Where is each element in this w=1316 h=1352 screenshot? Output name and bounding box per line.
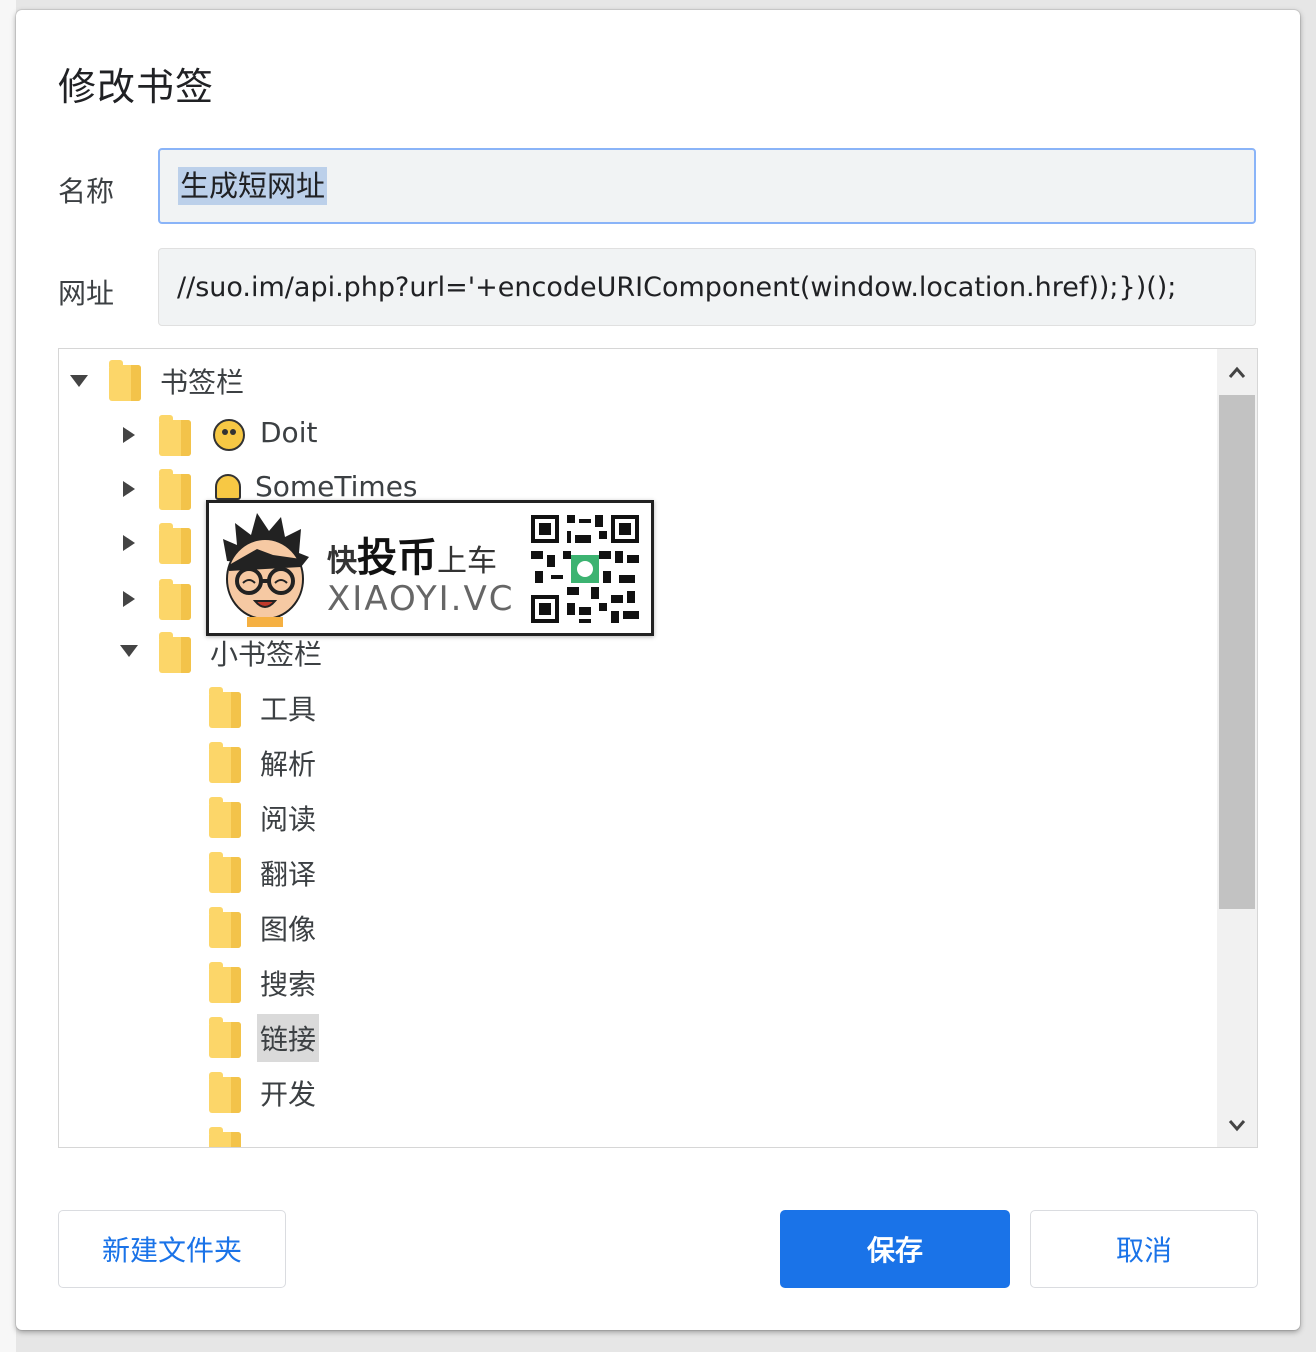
- bell-emoji-icon: [215, 474, 241, 500]
- tree-row-root[interactable]: 书签栏: [59, 353, 1219, 407]
- tree-row-link-selected[interactable]: 链接: [59, 1010, 1219, 1064]
- folder-icon: [209, 687, 241, 728]
- background-page-strip: [0, 0, 16, 1352]
- scroll-thumb[interactable]: [1219, 395, 1255, 909]
- name-input-value: 生成短网址: [178, 167, 328, 205]
- folder-icon: [209, 742, 241, 783]
- edit-bookmark-dialog: 修改书签 名称 生成短网址 网址 //suo.im/api.php?url='+…: [16, 10, 1300, 1330]
- tree-row-label: 图像: [260, 913, 317, 946]
- tree-row-label: 书签栏: [160, 366, 245, 399]
- scroll-up-icon[interactable]: [1227, 363, 1247, 383]
- folder-icon: [159, 415, 191, 456]
- tree-row-label: 开发: [260, 1078, 317, 1111]
- tree-row-image[interactable]: 图像: [59, 900, 1219, 954]
- smiley-emoji-icon: [213, 419, 245, 451]
- tree-row-tools[interactable]: 工具: [59, 680, 1219, 734]
- folder-icon: [209, 962, 241, 1003]
- folder-icon: [209, 1072, 241, 1113]
- folder-icon: [209, 852, 241, 893]
- name-input[interactable]: 生成短网址: [158, 148, 1256, 224]
- tree-row-search[interactable]: 搜索: [59, 955, 1219, 1009]
- dialog-title: 修改书签: [58, 65, 215, 109]
- folder-icon: [159, 632, 191, 673]
- tree-row-parse[interactable]: 解析: [59, 735, 1219, 789]
- tree-row-translate[interactable]: 翻译: [59, 845, 1219, 899]
- tree-row-read[interactable]: 阅读: [59, 790, 1219, 844]
- qr-code-icon: [527, 511, 643, 627]
- folder-icon: [159, 579, 191, 620]
- expand-toggle-icon[interactable]: [123, 591, 135, 607]
- folder-icon: [109, 360, 141, 401]
- watermark-tag-c: 上车: [437, 544, 497, 579]
- expand-toggle-icon[interactable]: [70, 375, 88, 387]
- new-folder-button[interactable]: 新建文件夹: [58, 1210, 286, 1288]
- tree-row-doit[interactable]: Doit: [59, 408, 1219, 462]
- folder-tree[interactable]: 书签栏 Doit SomeTimes 小书签栏 工具 解析 阅读 翻译 图像 搜…: [58, 348, 1258, 1148]
- folder-icon: [209, 797, 241, 838]
- tree-row-label: SomeTimes: [255, 470, 418, 503]
- watermark-overlay: 快投币上车 XIAOYI.VC: [206, 500, 654, 636]
- cancel-button[interactable]: 取消: [1030, 1210, 1258, 1288]
- tree-row-label: 小书签栏: [210, 638, 323, 671]
- folder-icon: [209, 1017, 241, 1058]
- folder-icon: [159, 523, 191, 564]
- watermark-tag-b: 投币: [357, 535, 437, 581]
- scroll-down-icon[interactable]: [1227, 1115, 1247, 1135]
- tree-row-label: Doit: [260, 416, 318, 449]
- cartoon-face-icon: [223, 513, 309, 627]
- watermark-site: XIAOYI.VC: [327, 579, 515, 619]
- folder-icon: [209, 1127, 241, 1147]
- expand-toggle-icon[interactable]: [123, 427, 135, 443]
- watermark-tagline: 快投币上车: [327, 525, 497, 583]
- expand-toggle-icon[interactable]: [120, 645, 138, 657]
- tree-row-dev[interactable]: 开发: [59, 1065, 1219, 1119]
- expand-toggle-icon[interactable]: [123, 535, 135, 551]
- expand-toggle-icon[interactable]: [123, 481, 135, 497]
- name-label: 名称: [58, 175, 115, 208]
- folder-icon: [159, 469, 191, 510]
- folder-icon: [209, 907, 241, 948]
- tree-row-label: 阅读: [260, 803, 317, 836]
- tree-row-label: 工具: [260, 693, 317, 726]
- url-input[interactable]: //suo.im/api.php?url='+encodeURIComponen…: [158, 248, 1256, 326]
- tree-row-label: 链接: [257, 1014, 320, 1062]
- url-label: 网址: [58, 277, 115, 310]
- watermark-tag-a: 快: [327, 544, 357, 579]
- url-input-value: //suo.im/api.php?url='+encodeURIComponen…: [177, 271, 1177, 303]
- save-button[interactable]: 保存: [780, 1210, 1010, 1288]
- tree-row-label: 翻译: [260, 858, 317, 891]
- tree-scrollbar[interactable]: [1217, 349, 1257, 1147]
- tree-row-label: 解析: [260, 748, 317, 781]
- tree-row-partial[interactable]: [59, 1120, 1219, 1147]
- tree-row-label: 搜索: [260, 968, 317, 1001]
